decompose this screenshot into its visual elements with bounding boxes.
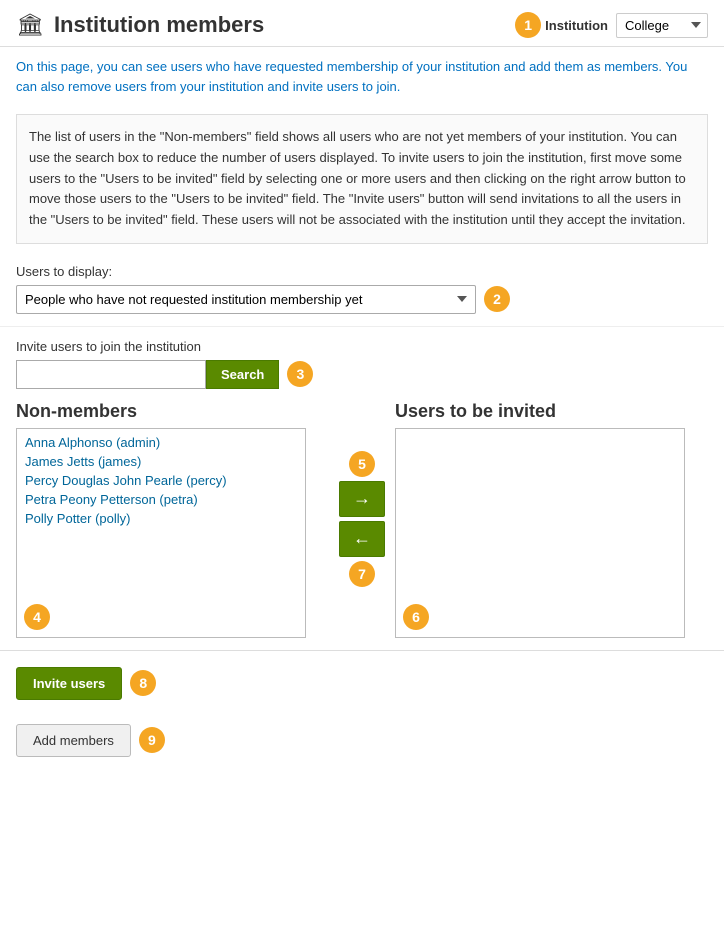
add-members-row: Add members 9 xyxy=(16,724,708,757)
title-area: 🏛 Institution members xyxy=(16,12,264,38)
search-input[interactable] xyxy=(16,360,206,389)
add-members-section: Add members 9 xyxy=(0,716,724,773)
right-arrow-row: 5 xyxy=(349,451,375,477)
non-members-title: Non-members xyxy=(16,401,329,422)
step-badge-6: 6 xyxy=(403,604,429,630)
non-members-listbox[interactable]: Anna Alphonso (admin)James Jetts (james)… xyxy=(16,428,306,638)
users-display-select[interactable]: People who have not requested institutio… xyxy=(16,285,476,314)
step-badge-5: 5 xyxy=(349,451,375,477)
left-arrow-row: 7 xyxy=(349,561,375,587)
institution-label: Institution xyxy=(545,18,608,33)
step-badge-3: 3 xyxy=(287,361,313,387)
add-members-button[interactable]: Add members xyxy=(16,724,131,757)
list-item[interactable]: Petra Peony Petterson (petra) xyxy=(17,490,305,509)
arrows-area: 5 → ← 7 xyxy=(329,401,395,587)
list-item[interactable]: Anna Alphonso (admin) xyxy=(17,433,305,452)
page-title: Institution members xyxy=(54,12,264,38)
institution-badge-area: 1 Institution xyxy=(515,12,608,38)
step-badge-2: 2 xyxy=(484,286,510,312)
step-badge-1: 1 xyxy=(515,12,541,38)
users-to-invite-title: Users to be invited xyxy=(395,401,708,422)
non-members-listbox-outer: Anna Alphonso (admin)James Jetts (james)… xyxy=(16,428,329,638)
move-right-button[interactable]: → xyxy=(339,481,385,517)
list-item[interactable]: Percy Douglas John Pearle (percy) xyxy=(17,471,305,490)
move-left-button[interactable]: ← xyxy=(339,521,385,557)
invite-button-section: Invite users 8 xyxy=(0,650,724,716)
step-badge-8: 8 xyxy=(130,670,156,696)
info-box: The list of users in the "Non-members" f… xyxy=(16,114,708,244)
users-display-label: Users to display: xyxy=(16,264,708,279)
invite-users-button[interactable]: Invite users xyxy=(16,667,122,700)
lists-section: Non-members Anna Alphonso (admin)James J… xyxy=(0,389,724,650)
invite-button-row: Invite users 8 xyxy=(16,667,708,700)
non-members-container: Non-members Anna Alphonso (admin)James J… xyxy=(16,401,329,638)
users-to-invite-container: Users to be invited 6 xyxy=(395,401,708,638)
invite-section: Invite users to join the institution Sea… xyxy=(0,326,724,389)
step-badge-7: 7 xyxy=(349,561,375,587)
step-badge-9: 9 xyxy=(139,727,165,753)
search-button[interactable]: Search xyxy=(206,360,279,389)
search-row-outer: Search 3 xyxy=(16,360,708,389)
list-item[interactable]: Polly Potter (polly) xyxy=(17,509,305,528)
list-item[interactable]: James Jetts (james) xyxy=(17,452,305,471)
header-right: 1 Institution College University School xyxy=(515,12,708,38)
users-display-row: People who have not requested institutio… xyxy=(16,285,708,314)
step-badge-4: 4 xyxy=(24,604,50,630)
page-header: 🏛 Institution members 1 Institution Coll… xyxy=(0,0,724,47)
users-display-section: Users to display: People who have not re… xyxy=(0,252,724,326)
institution-icon: 🏛 xyxy=(16,12,44,38)
users-to-invite-listbox-outer: 6 xyxy=(395,428,708,638)
search-row: Search xyxy=(16,360,279,389)
institution-select[interactable]: College University School xyxy=(616,13,708,38)
intro-text: On this page, you can see users who have… xyxy=(0,47,724,106)
users-to-invite-listbox[interactable] xyxy=(395,428,685,638)
invite-label: Invite users to join the institution xyxy=(16,339,708,354)
